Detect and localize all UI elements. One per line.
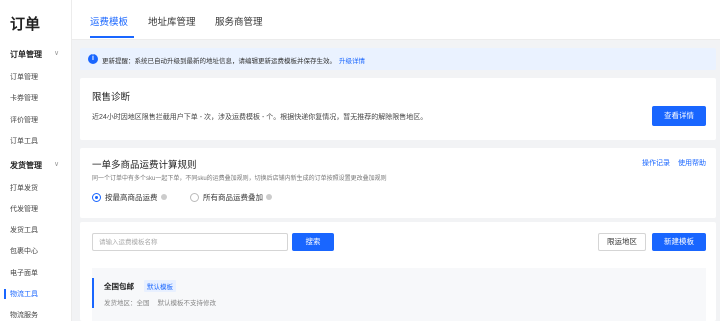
upgrade-details-link[interactable]: 升级详情 [339, 58, 365, 65]
tab-shipping-template[interactable]: 运费模板 [90, 14, 128, 28]
chevron-down-icon: ∨ [54, 50, 60, 57]
default-badge: 默认模板 [144, 280, 176, 292]
fee-rule-title: 一单多商品运费计算规则 [92, 160, 197, 171]
limit-diagnosis-title: 限售诊断 [92, 92, 131, 103]
fee-rule-links: 操作记录 使用帮助 [634, 158, 706, 168]
info-icon: i [88, 54, 98, 64]
radio-sum-fee[interactable]: 所有商品运费叠加 [190, 192, 272, 203]
search-button[interactable]: 搜索 [292, 233, 334, 251]
template-note: 默认模板不支持修改 [157, 300, 217, 307]
help-link[interactable]: 使用帮助 [678, 160, 706, 167]
template-search-input[interactable] [92, 233, 288, 251]
sidebar-item-logistics-tools[interactable]: 物流工具 [10, 289, 38, 299]
main-content: 运费模板 地址库管理 服务商管理 i 更新提醒：系统已自动升级到最新的地址信息，… [72, 0, 720, 321]
sidebar-item-ship-tools[interactable]: 发货工具 [10, 225, 38, 235]
limit-region-button[interactable]: 限运地区 [598, 233, 646, 251]
sidebar: 订单 订单管理 ∨ 订单管理 卡券管理 评价管理 订单工具 发货管理 ∨ 打单发… [0, 0, 72, 321]
radio-highest-fee[interactable]: 按最高商品运费 [92, 192, 167, 203]
tab-provider-manage[interactable]: 服务商管理 [215, 14, 263, 28]
radio-label: 所有商品运费叠加 [203, 193, 263, 202]
notice-message: 更新提醒：系统已自动升级到最新的地址信息，请编辑更新运费模板并保存生效。 [102, 58, 336, 65]
help-icon[interactable] [160, 194, 167, 201]
sidebar-group-shipping[interactable]: 发货管理 ∨ [10, 160, 59, 171]
chevron-down-icon: ∨ [54, 161, 60, 168]
sidebar-item-package-center[interactable]: 包裹中心 [10, 246, 38, 256]
limit-diagnosis-desc: 近24小时因地区限售拦截用户下单 - 次，涉及运费模板 - 个。根据快递你复情况… [92, 114, 428, 121]
sidebar-item-review[interactable]: 评价管理 [10, 115, 38, 125]
tab-bar: 运费模板 地址库管理 服务商管理 [72, 0, 720, 40]
limit-diagnosis-card: 限售诊断 近24小时因地区限售拦截用户下单 - 次，涉及运费模板 - 个。根据快… [80, 78, 716, 140]
template-name: 全国包邮 [104, 282, 134, 291]
sidebar-group-label: 发货管理 [10, 161, 42, 170]
template-item[interactable]: 全国包邮 默认模板 发货地区：全国 默认模板不支持修改 [92, 268, 706, 321]
sidebar-item-coupon[interactable]: 卡券管理 [10, 93, 38, 103]
tab-active-indicator [90, 36, 134, 38]
sidebar-item-logistics-service[interactable]: 物流服务 [10, 310, 38, 320]
tab-address-library[interactable]: 地址库管理 [148, 14, 196, 28]
template-accent-bar [92, 278, 94, 308]
operation-log-link[interactable]: 操作记录 [642, 160, 670, 167]
radio-label: 按最高商品运费 [105, 193, 158, 202]
sidebar-group-label: 订单管理 [10, 50, 42, 59]
help-icon[interactable] [266, 194, 272, 201]
active-marker [4, 289, 6, 299]
view-details-button[interactable]: 查看详情 [652, 106, 706, 126]
sidebar-item-order-tools[interactable]: 订单工具 [10, 136, 38, 146]
sidebar-title: 订单 [10, 16, 41, 33]
notice-text: 更新提醒：系统已自动升级到最新的地址信息，请编辑更新运费模板并保存生效。 升级详情 [102, 55, 365, 65]
fee-rule-desc: 同一个订单中有多个sku一起下单，不同sku的运费叠加规则，切换后店铺内新生成的… [92, 176, 387, 182]
sidebar-item-print-ship[interactable]: 打单发货 [10, 183, 38, 193]
template-meta: 发货地区：全国 默认模板不支持修改 [104, 297, 224, 307]
template-list-card: 搜索 限运地区 新建模板 全国包邮 默认模板 发货地区：全国默认模板不支持修改 [80, 222, 716, 321]
update-notice: i 更新提醒：系统已自动升级到最新的地址信息，请编辑更新运费模板并保存生效。 升级… [80, 48, 716, 70]
sidebar-item-dropship[interactable]: 代发管理 [10, 204, 38, 214]
sidebar-item-order-manage[interactable]: 订单管理 [10, 72, 38, 82]
radio-selected-icon [92, 192, 101, 202]
fee-rule-card: 一单多商品运费计算规则 操作记录 使用帮助 同一个订单中有多个sku一起下单，不同… [80, 148, 716, 218]
sidebar-group-order[interactable]: 订单管理 ∨ [10, 49, 59, 60]
app-root: 订单 订单管理 ∨ 订单管理 卡券管理 评价管理 订单工具 发货管理 ∨ 打单发… [0, 0, 720, 321]
sidebar-item-e-waybill[interactable]: 电子面单 [10, 268, 38, 278]
radio-unselected-icon [190, 192, 199, 202]
new-template-button[interactable]: 新建模板 [652, 233, 706, 251]
template-region: 发货地区：全国 [104, 300, 150, 307]
